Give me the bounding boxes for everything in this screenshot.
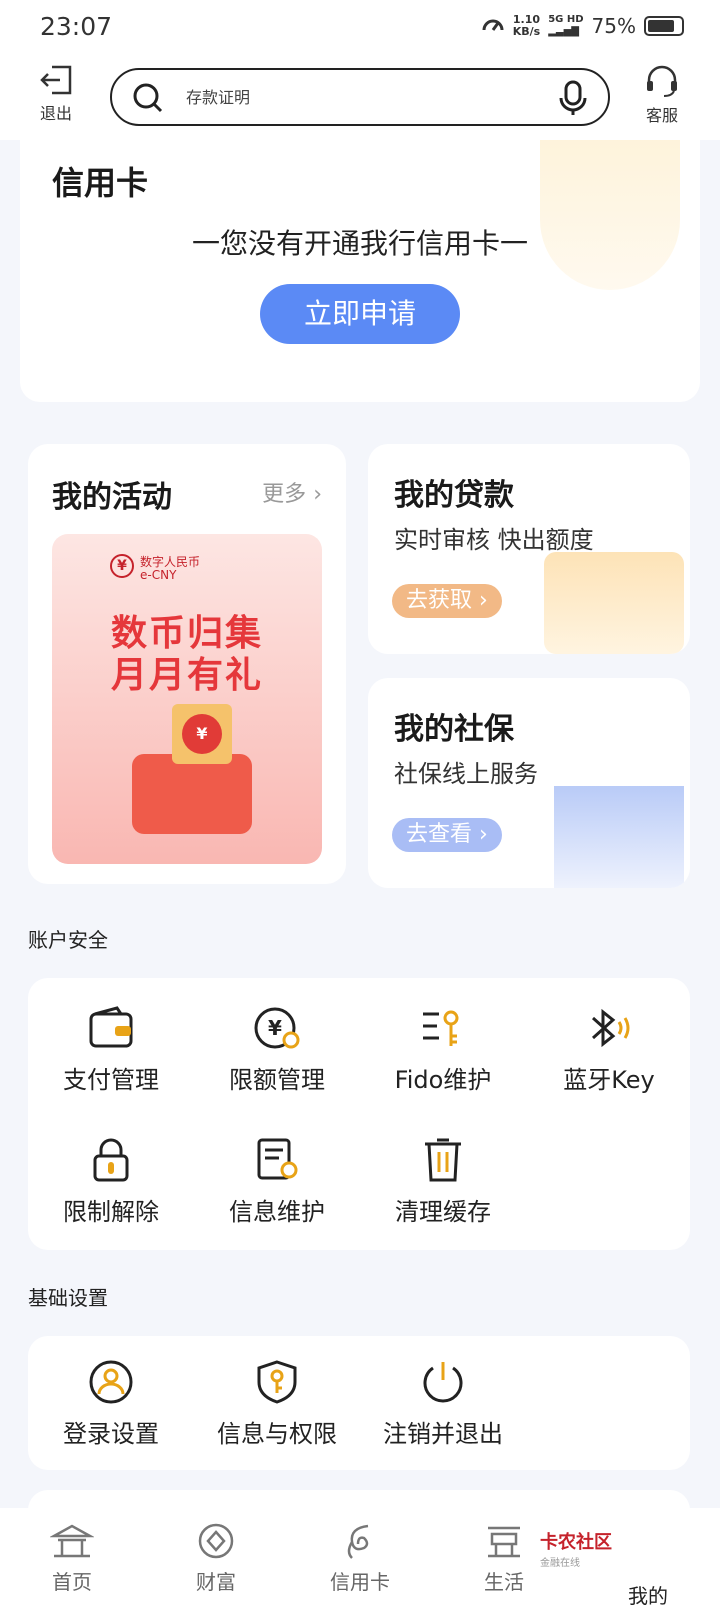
status-bar: 23:07 1.10 KB/s 5G HD ▂▃▅▇ 75%	[0, 0, 720, 58]
basic-settings-card: 登录设置 信息与权限 注销并退出	[28, 1336, 690, 1470]
social-security-card[interactable]: 我的社保 社保线上服务 去查看 ›	[368, 678, 690, 888]
dragon-icon	[347, 1524, 369, 1559]
chevron-right-icon: ›	[313, 482, 322, 507]
gift-box-illustration	[132, 754, 252, 834]
exit-button[interactable]: 退出	[26, 64, 86, 124]
login-settings-item[interactable]: 登录设置	[28, 1360, 194, 1449]
net-speed: 1.10 KB/s	[512, 13, 541, 38]
loan-get-button[interactable]: 去获取 ›	[392, 584, 502, 618]
speed-icon	[482, 19, 504, 31]
status-time: 23:07	[40, 12, 113, 41]
social-security-title: 我的社保	[394, 712, 514, 747]
banner-headline-2: 月月有礼	[110, 655, 263, 696]
exit-label: 退出	[39, 104, 72, 123]
yuan-icon: ¥	[110, 554, 134, 578]
search-placeholder: 存款证明	[186, 88, 251, 107]
card-illustration	[554, 786, 684, 888]
nav-mine[interactable]: 我的	[576, 1580, 720, 1609]
nav-home[interactable]: 首页	[0, 1522, 144, 1595]
kanong-watermark: 卡农社区 金融在线	[540, 1532, 612, 1569]
battery-level: 75%	[591, 14, 636, 38]
ecny-logo: ¥ 数字人民币 e-CNY	[110, 554, 200, 582]
bluetooth-icon	[591, 1008, 630, 1048]
payment-management-item[interactable]: 支付管理	[28, 1006, 194, 1095]
microphone-icon[interactable]	[558, 80, 588, 116]
yuan-limit-icon: ¥	[254, 1007, 300, 1049]
social-security-subtitle: 社保线上服务	[394, 760, 538, 788]
credit-card-section: 信用卡 一您没有开通我行信用卡一 立即申请	[20, 140, 700, 402]
wallet-icon	[89, 1006, 133, 1048]
account-security-label: 账户安全	[28, 928, 108, 952]
activity-more-link[interactable]: 更多 ›	[262, 476, 322, 508]
bluetooth-key-item[interactable]: 蓝牙Key	[526, 1006, 692, 1095]
loan-title: 我的贷款	[394, 478, 514, 513]
shield-decoration	[540, 140, 680, 290]
search-input[interactable]: 存款证明	[110, 68, 610, 126]
shield-key-icon	[257, 1360, 297, 1404]
home-pavilion-icon	[50, 1524, 94, 1558]
logout-exit-item[interactable]: 注销并退出	[360, 1360, 526, 1449]
exit-icon	[40, 65, 72, 95]
loan-subtitle: 实时审核 快出额度	[394, 526, 594, 554]
my-activity-card: 我的活动 更多 › ¥ 数字人民币 e-CNY 数币归集 月月有礼 ¥	[28, 444, 346, 884]
user-icon	[89, 1360, 133, 1404]
apply-now-button[interactable]: 立即申请	[260, 284, 460, 344]
wealth-coin-icon	[198, 1523, 234, 1559]
info-permissions-item[interactable]: 信息与权限	[194, 1360, 360, 1449]
fido-maintenance-item[interactable]: Fido维护	[360, 1006, 526, 1095]
basic-settings-label: 基础设置	[28, 1286, 108, 1310]
search-icon	[133, 83, 163, 113]
service-label: 客服	[645, 106, 678, 125]
credit-card-message: 一您没有开通我行信用卡一	[191, 227, 528, 260]
fido-key-icon	[423, 1010, 459, 1046]
customer-service-button[interactable]: 客服	[632, 64, 692, 126]
power-icon	[423, 1362, 463, 1403]
coin-icon: ¥	[182, 714, 222, 754]
clear-cache-item[interactable]: 清理缓存	[360, 1138, 526, 1227]
info-maintenance-item[interactable]: 信息维护	[194, 1138, 360, 1227]
battery-icon	[644, 16, 684, 36]
my-loan-card[interactable]: 我的贷款 实时审核 快出额度 去获取 ›	[368, 444, 690, 654]
headset-icon	[647, 65, 677, 97]
restriction-release-item[interactable]: 限制解除	[28, 1138, 194, 1227]
lock-icon	[93, 1138, 129, 1182]
header: 退出 存款证明 客服	[0, 58, 720, 140]
nav-wealth[interactable]: 财富	[144, 1522, 288, 1595]
limit-management-item[interactable]: ¥ 限额管理	[194, 1006, 360, 1095]
social-security-view-button[interactable]: 去查看 ›	[392, 818, 502, 852]
wallet-illustration	[544, 552, 684, 654]
credit-card-title: 信用卡	[52, 164, 149, 202]
account-security-card: 支付管理 ¥ 限额管理 Fido维护 蓝牙Key 限制解除 信息维护 清理缓存	[28, 978, 690, 1250]
ecny-banner[interactable]: ¥ 数字人民币 e-CNY 数币归集 月月有礼 ¥	[52, 534, 322, 864]
svg-text:¥: ¥	[268, 1016, 282, 1040]
net-type: 5G HD ▂▃▅▇	[548, 14, 584, 37]
activity-title: 我的活动	[52, 480, 172, 515]
nav-credit-card[interactable]: 信用卡	[288, 1522, 432, 1595]
document-settings-icon	[257, 1138, 298, 1180]
life-gate-icon	[488, 1526, 520, 1558]
status-indicators: 1.10 KB/s 5G HD ▂▃▅▇ 75%	[481, 14, 684, 38]
trash-icon	[425, 1138, 461, 1182]
bottom-nav: 首页 财富 信用卡 生活 我的 卡农社区 金融在线	[0, 1508, 720, 1612]
